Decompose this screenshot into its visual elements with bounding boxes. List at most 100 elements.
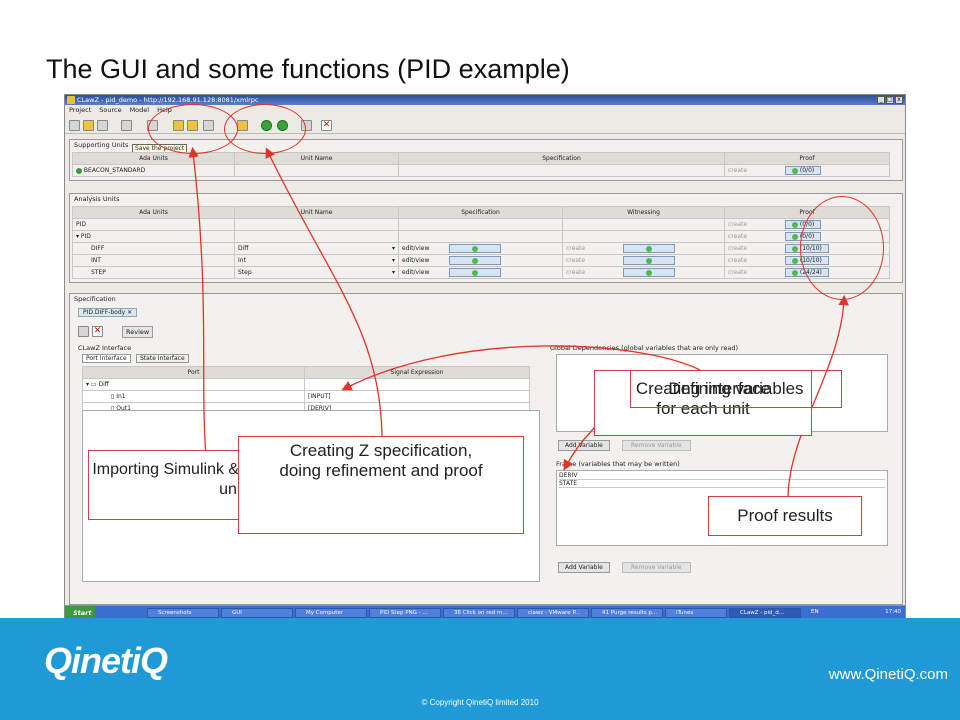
taskbar-item[interactable]: GUI [221, 608, 293, 618]
taskbar-item[interactable]: CLawZ - pid_d... [729, 608, 801, 618]
annotation-defining-frames: Defining variables [630, 370, 842, 408]
taskbar-item[interactable]: My Computer [295, 608, 367, 618]
col-specification: Specification [398, 206, 563, 219]
specification-label: Specification [74, 295, 116, 303]
taskbar-item[interactable]: 36 Click on red m... [443, 608, 515, 618]
table-row[interactable]: ▯ In1 [INPUT] [82, 390, 530, 403]
table-row[interactable]: INT Int ▾ edit/view create create (10/10… [72, 254, 890, 267]
frame-label: Frame (variables that may be written) [556, 460, 680, 468]
col-proof: Proof [724, 152, 890, 165]
analysis-units-label: Analysis Units [74, 195, 120, 203]
table-row[interactable]: STEP Step ▾ edit/view create create (24/… [72, 266, 890, 279]
edit-view-button[interactable]: edit/view [402, 269, 429, 276]
port-table: Port Signal Expression ▾ ▭ Diff ▯ In1 [INP… [82, 366, 530, 415]
col-specification: Specification [398, 152, 725, 165]
unit-name-select[interactable]: Diff [238, 245, 248, 252]
col-witnessing: Witnessing [562, 206, 725, 219]
save-project-icon[interactable] [121, 120, 132, 131]
minimize-icon[interactable]: _ [877, 96, 885, 104]
close-project-icon[interactable] [97, 120, 108, 131]
tab-state-interface[interactable]: State Interface [136, 354, 189, 363]
witness-status-button[interactable] [622, 268, 675, 277]
taskbar-item[interactable]: 41 Purge results p... [591, 608, 663, 618]
col-ada-units: Ada Units [72, 152, 235, 165]
witness-create-button[interactable]: create [566, 257, 585, 264]
remove-variable-button[interactable]: Remove Variable [622, 440, 691, 451]
col-unit-name: Unit Name [234, 152, 399, 165]
app-icon [67, 96, 75, 104]
menu-model[interactable]: Model [130, 105, 150, 115]
table-row[interactable]: BEACON_STANDARD create (0/0) [72, 164, 890, 177]
analysis-units-panel: Analysis Units Ada Units Unit Name Speci… [69, 193, 903, 283]
spec-status-button[interactable] [449, 268, 502, 277]
chevron-down-icon[interactable]: ▾ [392, 269, 395, 276]
taskbar-item[interactable]: PID Step PNG - ... [369, 608, 441, 618]
clawz-interface-label: CLawZ Interface [78, 344, 132, 352]
chevron-down-icon[interactable]: ▾ [392, 257, 395, 264]
cancel-icon[interactable]: ✕ [321, 120, 332, 131]
supporting-units-table: Ada Units Unit Name Specification Proof … [72, 152, 890, 177]
table-row[interactable]: ▾ PID create (0/0) [72, 230, 890, 243]
create-button[interactable]: create [728, 257, 747, 264]
create-button[interactable]: create [728, 167, 747, 174]
open-project-icon[interactable] [83, 120, 94, 131]
witness-create-button[interactable]: create [566, 269, 585, 276]
app-window: CLawZ - pid_demo - http://192.168.91.128… [64, 94, 906, 620]
close-icon[interactable]: x [895, 96, 903, 104]
highlight-ring-proof [800, 196, 884, 300]
maximize-icon[interactable]: □ [886, 96, 894, 104]
copyright-text: © Copyright QinetiQ limited 2010 [421, 698, 539, 707]
witness-create-button[interactable]: create [566, 245, 585, 252]
table-row[interactable]: DIFF Diff ▾ edit/view create create (10/… [72, 242, 890, 255]
unit-name-select[interactable]: Step [238, 269, 252, 276]
proof-button[interactable]: (0/0) [784, 166, 822, 175]
list-item[interactable]: DERIV [559, 472, 885, 480]
tab-port-interface[interactable]: Port Interface [82, 354, 131, 363]
clock: 17:40 [885, 609, 901, 615]
taskbar-item[interactable]: Screenshots [147, 608, 219, 618]
table-row[interactable]: ▾ ▭ Diff [82, 378, 530, 391]
review-button[interactable]: Review [122, 326, 154, 338]
col-port: Port [82, 366, 305, 379]
create-button[interactable]: create [728, 269, 747, 276]
taskbar-item[interactable]: clawz - VMware P... [517, 608, 589, 618]
new-project-icon[interactable] [69, 120, 80, 131]
table-row[interactable]: PID create (0/0) [72, 218, 890, 231]
supporting-units-label: Supporting Units [74, 141, 129, 149]
add-variable-button[interactable]: Add Variable [558, 562, 610, 573]
col-unit-name: Unit Name [234, 206, 399, 219]
witness-status-button[interactable] [622, 244, 675, 253]
unit-name-cell: PID [76, 221, 87, 228]
add-variable-button[interactable]: Add Variable [558, 440, 610, 451]
spec-status-button[interactable] [449, 256, 502, 265]
delete-icon[interactable]: ✕ [92, 326, 103, 337]
menu-source[interactable]: Source [99, 105, 121, 115]
spec-status-button[interactable] [449, 244, 502, 253]
edit-view-button[interactable]: edit/view [402, 257, 429, 264]
save-spec-icon[interactable] [78, 326, 89, 337]
annotation-creating-z: Creating Z specification, doing refineme… [238, 436, 524, 534]
taskbar: Start Screenshots GUI My Computer PID St… [65, 605, 905, 619]
taskbar-item[interactable]: iTunes [665, 608, 727, 618]
unit-name-cell: INT [91, 257, 101, 264]
create-button[interactable]: create [728, 221, 747, 228]
chevron-down-icon[interactable]: ▾ [392, 245, 395, 252]
window-title: CLawZ - pid_demo - http://192.168.91.128… [77, 96, 259, 104]
remove-variable-button[interactable]: Remove Variable [622, 562, 691, 573]
edit-view-button[interactable]: edit/view [402, 245, 429, 252]
col-ada-units: Ada Units [72, 206, 235, 219]
slide-title: The GUI and some functions (PID example) [46, 54, 570, 84]
unit-name-select[interactable]: Int [238, 257, 246, 264]
list-item[interactable]: STATE [559, 480, 885, 488]
unit-name-cell: DIFF [91, 245, 105, 252]
create-button[interactable]: create [728, 233, 747, 240]
create-button[interactable]: create [728, 245, 747, 252]
tab-pid-diff-body[interactable]: PID.DIFF-body ✕ [78, 308, 138, 317]
menu-project[interactable]: Project [69, 105, 91, 115]
qinetiq-logo: QinetiQ [44, 640, 168, 681]
language-indicator[interactable]: EN [811, 609, 819, 615]
unit-name-cell: STEP [91, 269, 106, 276]
website-link[interactable]: www.QinetiQ.com [829, 666, 948, 683]
witness-status-button[interactable] [622, 256, 675, 265]
annotation-proof-results: Proof results [708, 496, 862, 536]
